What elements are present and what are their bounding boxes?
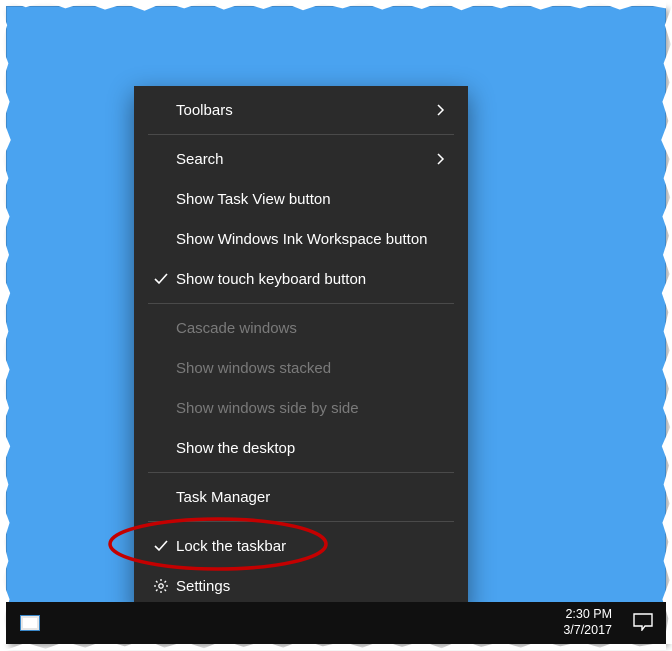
menu-item-show-windows-stacked: Show windows stacked xyxy=(134,348,468,388)
menu-item-show-the-desktop[interactable]: Show the desktop xyxy=(134,428,468,468)
menu-item-label: Show Windows Ink Workspace button xyxy=(174,231,450,248)
taskbar-time: 2:30 PM xyxy=(563,607,612,623)
menu-separator xyxy=(148,303,454,304)
menu-item-label: Lock the taskbar xyxy=(174,538,450,555)
menu-item-label: Show Task View button xyxy=(174,191,450,208)
menu-item-label: Show windows stacked xyxy=(174,360,450,377)
taskbar-context-menu: Toolbars Search Show Task View button Sh… xyxy=(134,86,468,612)
gear-icon xyxy=(148,578,174,594)
menu-item-label: Toolbars xyxy=(174,102,436,119)
taskbar-clock[interactable]: 2:30 PM 3/7/2017 xyxy=(555,607,620,638)
menu-item-settings[interactable]: Settings xyxy=(134,566,468,606)
menu-item-label: Cascade windows xyxy=(174,320,450,337)
menu-item-show-windows-side-by-side: Show windows side by side xyxy=(134,388,468,428)
menu-item-label: Task Manager xyxy=(174,489,450,506)
menu-separator xyxy=(148,521,454,522)
menu-item-show-touch-keyboard[interactable]: Show touch keyboard button xyxy=(134,259,468,299)
torn-edge xyxy=(660,6,672,644)
chevron-right-icon xyxy=(436,103,450,117)
taskbar-app-button[interactable] xyxy=(6,602,54,644)
desktop-area: Toolbars Search Show Task View button Sh… xyxy=(6,6,666,644)
menu-item-cascade-windows: Cascade windows xyxy=(134,308,468,348)
menu-item-label: Show windows side by side xyxy=(174,400,450,417)
check-icon xyxy=(148,271,174,287)
menu-item-show-task-view[interactable]: Show Task View button xyxy=(134,179,468,219)
taskbar-date: 3/7/2017 xyxy=(563,623,612,639)
torn-edge xyxy=(6,0,666,12)
app-icon xyxy=(20,615,40,631)
notification-icon xyxy=(633,613,653,634)
action-center-button[interactable] xyxy=(620,602,666,644)
torn-edge xyxy=(0,6,12,644)
menu-item-label: Search xyxy=(174,151,436,168)
menu-item-label: Settings xyxy=(174,578,450,595)
menu-separator xyxy=(148,134,454,135)
check-icon xyxy=(148,538,174,554)
menu-separator xyxy=(148,472,454,473)
menu-item-label: Show the desktop xyxy=(174,440,450,457)
menu-item-label: Show touch keyboard button xyxy=(174,271,450,288)
taskbar[interactable]: 2:30 PM 3/7/2017 xyxy=(6,602,666,644)
menu-item-show-ink-workspace[interactable]: Show Windows Ink Workspace button xyxy=(134,219,468,259)
menu-item-toolbars[interactable]: Toolbars xyxy=(134,90,468,130)
menu-item-lock-the-taskbar[interactable]: Lock the taskbar xyxy=(134,526,468,566)
menu-item-search[interactable]: Search xyxy=(134,139,468,179)
chevron-right-icon xyxy=(436,152,450,166)
menu-item-task-manager[interactable]: Task Manager xyxy=(134,477,468,517)
